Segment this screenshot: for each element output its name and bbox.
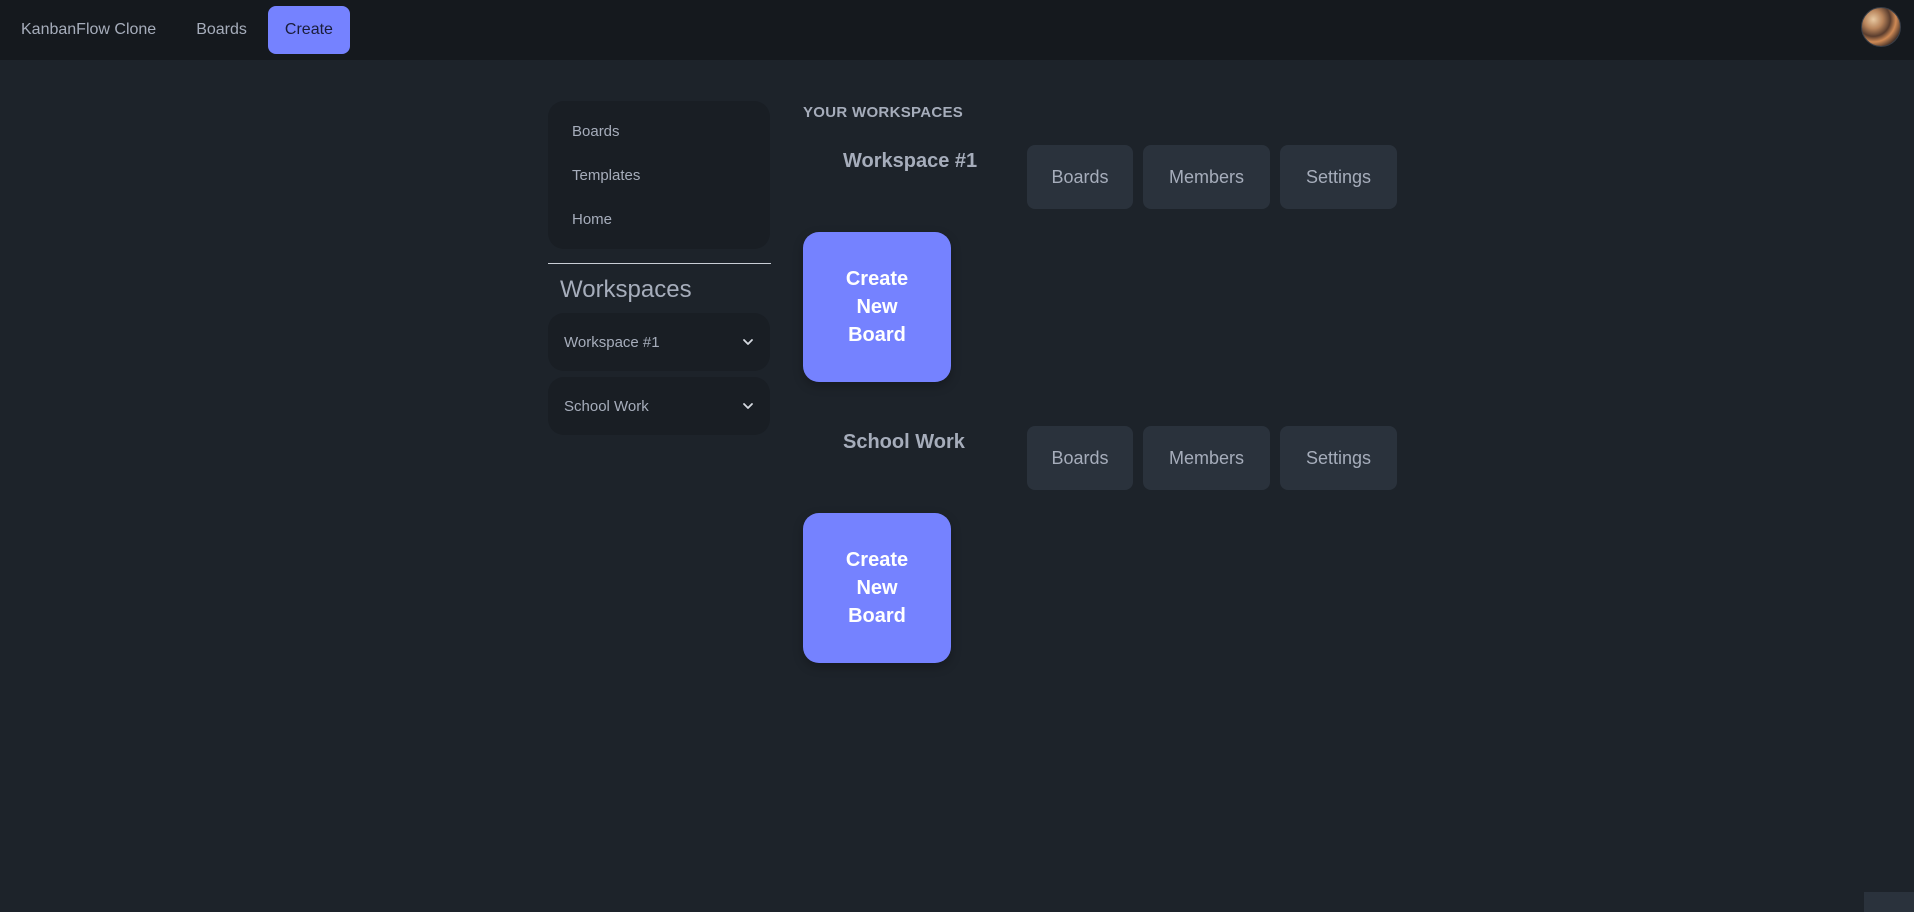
your-workspaces-heading: YOUR WORKSPACES [803, 104, 964, 121]
sidebar-workspace-collapse-1[interactable]: Workspace #1 [548, 313, 770, 371]
brand-link[interactable]: KanbanFlow Clone [1, 6, 176, 54]
workspace-title: Workspace #1 [843, 150, 978, 172]
sidebar-item-home[interactable]: Home [556, 197, 762, 241]
workspace-boards-button[interactable]: Boards [1027, 426, 1133, 490]
avatar[interactable] [1861, 7, 1901, 47]
workspace-boards-button[interactable]: Boards [1027, 145, 1133, 209]
chevron-down-icon [743, 403, 753, 409]
sidebar-item-boards[interactable]: Boards [556, 109, 762, 153]
create-new-board-card[interactable]: Create New Board [803, 232, 951, 382]
sidebar-workspaces-heading: Workspaces [560, 276, 692, 303]
nav-create-button[interactable]: Create [267, 6, 350, 54]
create-new-board-card[interactable]: Create New Board [803, 513, 951, 663]
top-navbar: KanbanFlow Clone Boards Create [0, 0, 1914, 60]
sidebar-workspace-label: School Work [564, 397, 649, 415]
sidebar-workspace-collapse-2[interactable]: School Work [548, 377, 770, 435]
sidebar-item-templates[interactable]: Templates [556, 153, 762, 197]
workspace-members-button[interactable]: Members [1143, 426, 1270, 490]
sidebar-divider [548, 263, 771, 264]
workspace-members-button[interactable]: Members [1143, 145, 1270, 209]
nav-boards-link[interactable]: Boards [176, 6, 267, 54]
workspace-settings-button[interactable]: Settings [1280, 426, 1397, 490]
corner-widget [1864, 892, 1914, 912]
sidebar-menu: Boards Templates Home [548, 101, 770, 249]
chevron-down-icon [743, 339, 753, 345]
workspace-settings-button[interactable]: Settings [1280, 145, 1397, 209]
workspace-title: School Work [843, 431, 965, 453]
sidebar-workspace-label: Workspace #1 [564, 333, 660, 351]
